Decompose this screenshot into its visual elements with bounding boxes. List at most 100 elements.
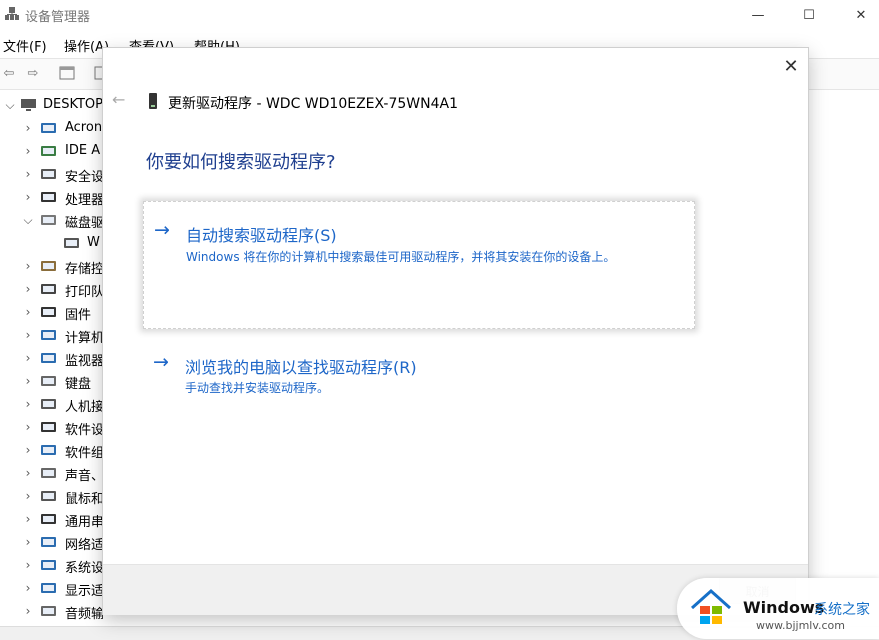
tree-item[interactable]: › 存储控	[0, 255, 103, 278]
computer-icon	[41, 330, 56, 340]
tree-item-label: 存储控	[65, 262, 103, 277]
tree-item-label: 打印队	[65, 285, 103, 300]
menu-file[interactable]: 文件(F)	[3, 36, 47, 55]
computer-icon	[21, 99, 36, 111]
security-device-icon	[41, 169, 56, 179]
tree-item[interactable]: › 音频输入和输出	[0, 600, 103, 623]
window-title: 设备管理器	[25, 10, 91, 25]
dialog-title: 更新驱动程序 - WDC WD10EZEX-75WN4A1	[168, 96, 458, 112]
mouse-icon	[41, 491, 56, 501]
tree-item-label: Acron	[65, 120, 103, 135]
firmware-icon	[41, 307, 56, 317]
tree-item[interactable]: › 安全设	[0, 163, 103, 186]
watermark: Windows 系统之家 www.bjjmlv.com	[677, 578, 879, 639]
watermark-brand-cn: 系统之家	[814, 602, 870, 618]
chevron-right-icon[interactable]: ›	[22, 121, 34, 135]
tree-item-label: 软件设	[65, 423, 103, 438]
chevron-right-icon[interactable]: ›	[22, 351, 34, 365]
chevron-right-icon[interactable]: ›	[22, 489, 34, 503]
chevron-right-icon[interactable]: ›	[22, 466, 34, 480]
tree-item[interactable]: › 系统设	[0, 554, 103, 577]
software-component-icon	[41, 445, 56, 455]
tree-item[interactable]: › Acron	[0, 117, 103, 140]
tree-item-label: 鼠标和	[65, 492, 103, 507]
watermark-url: www.bjjmlv.com	[756, 619, 845, 632]
tree-item[interactable]: › 打印队	[0, 278, 103, 301]
tree-item[interactable]: W	[0, 232, 103, 255]
browse-computer-description: 手动查找并安装驱动程序。	[185, 381, 330, 395]
tree-item-label: IDE A	[65, 143, 101, 158]
tree-item[interactable]: › 显示适	[0, 577, 103, 600]
chevron-right-icon[interactable]: ›	[22, 328, 34, 342]
tree-item-label: 软件组	[65, 446, 103, 461]
tree-item[interactable]: › 通用串	[0, 508, 103, 531]
chevron-right-icon[interactable]: ›	[22, 512, 34, 526]
tree-item[interactable]: › 人机接	[0, 393, 103, 416]
chevron-right-icon[interactable]: ›	[22, 190, 34, 204]
chevron-right-icon[interactable]: ›	[22, 604, 34, 618]
auto-search-option[interactable]: → 自动搜索驱动程序(S) Windows 将在你的计算机中搜索最佳可用驱动程序…	[143, 201, 695, 329]
dialog-close-button[interactable]: ✕	[778, 55, 804, 77]
chevron-right-icon[interactable]: ›	[22, 167, 34, 181]
tree-item-label: 计算机	[65, 331, 103, 346]
audio-io-icon	[41, 606, 56, 616]
properties-icon	[59, 66, 75, 80]
close-icon: ✕	[783, 55, 799, 77]
forward-toolbar-button[interactable]: ⇨	[24, 65, 42, 81]
chevron-right-icon[interactable]: ›	[22, 581, 34, 595]
chevron-right-icon[interactable]: ›	[22, 535, 34, 549]
tree-item[interactable]: › 声音、	[0, 462, 103, 485]
chevron-right-icon[interactable]: ›	[22, 144, 34, 158]
arrow-left-icon: ⇦	[3, 65, 15, 81]
tree-item[interactable]: › 键盘	[0, 370, 103, 393]
tree-item-label: 磁盘驱	[65, 216, 103, 231]
properties-toolbar-button[interactable]	[58, 65, 76, 81]
back-arrow-icon[interactable]: ←	[112, 90, 125, 109]
chevron-right-icon[interactable]: ›	[22, 259, 34, 273]
tree-item[interactable]: › 软件组	[0, 439, 103, 462]
close-window-button[interactable]: ✕	[838, 0, 879, 30]
tree-item-label: W	[87, 235, 100, 250]
browse-computer-option[interactable]: → 浏览我的电脑以查找驱动程序(R) 手动查找并安装驱动程序。	[143, 348, 693, 400]
monitor-icon	[41, 353, 56, 363]
maximize-button[interactable]: ☐	[786, 0, 832, 30]
watermark-brand: Windows	[743, 598, 825, 617]
tree-item[interactable]: › 鼠标和	[0, 485, 103, 508]
tree-root[interactable]: ⌵ DESKTOP	[0, 94, 103, 117]
tree-item[interactable]: › 固件	[0, 301, 103, 324]
chevron-right-icon[interactable]: ›	[22, 397, 34, 411]
arrow-right-icon: →	[154, 219, 170, 241]
back-toolbar-button[interactable]: ⇦	[0, 65, 18, 81]
tree-item[interactable]: › IDE A	[0, 140, 103, 163]
auto-search-title: 自动搜索驱动程序(S)	[186, 226, 337, 245]
dialog-question: 你要如何搜索驱动程序?	[146, 152, 336, 173]
tree-item[interactable]: › 处理器	[0, 186, 103, 209]
storage-controller-icon	[41, 261, 56, 271]
chevron-right-icon[interactable]: ›	[22, 420, 34, 434]
software-device-icon	[41, 422, 56, 432]
keyboard-icon	[41, 376, 56, 386]
chevron-down-icon[interactable]: ⌵	[4, 98, 16, 113]
chevron-right-icon[interactable]: ›	[22, 558, 34, 572]
tree-item-label: 声音、	[65, 469, 103, 484]
title-bar: 设备管理器 — ☐ ✕	[0, 0, 879, 30]
storage-icon	[41, 123, 56, 133]
auto-search-description: Windows 将在你的计算机中搜索最佳可用驱动程序，并将其安装在你的设备上。	[186, 250, 616, 264]
chevron-right-icon[interactable]: ›	[22, 443, 34, 457]
usb-icon	[41, 514, 56, 524]
disk-drive-icon	[149, 93, 157, 109]
tree-item[interactable]: › 网络适	[0, 531, 103, 554]
chevron-right-icon[interactable]: ›	[22, 374, 34, 388]
tree-item[interactable]: ⌵ 磁盘驱	[0, 209, 103, 232]
chevron-right-icon[interactable]: ›	[22, 282, 34, 296]
minimize-button[interactable]: —	[735, 0, 781, 30]
sound-icon	[41, 468, 56, 478]
device-tree: ⌵ DESKTOP › Acron › IDE A › 安全设 › 处理器 ⌵ 磁盘驱 W › 存储控 › 打印…	[0, 92, 103, 639]
tree-item[interactable]: › 计算机	[0, 324, 103, 347]
disk-drive-icon	[41, 215, 56, 225]
tree-item[interactable]: › 软件设	[0, 416, 103, 439]
tree-item[interactable]: › 监视器	[0, 347, 103, 370]
tree-item-label: 显示适	[65, 584, 103, 599]
chevron-down-icon[interactable]: ⌵	[22, 213, 34, 228]
chevron-right-icon[interactable]: ›	[22, 305, 34, 319]
